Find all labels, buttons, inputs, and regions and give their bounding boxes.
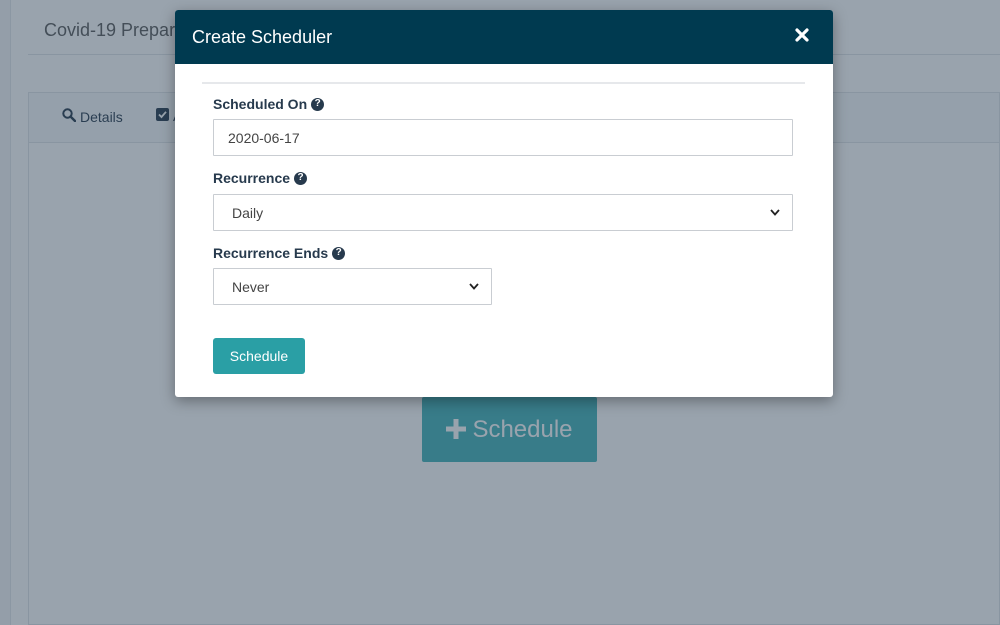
scheduled-on-label-text: Scheduled On [213, 96, 308, 112]
scheduled-on-input[interactable]: 2020-06-17 [213, 119, 793, 156]
recurrence-ends-value: Never [232, 278, 270, 295]
recurrence-label: Recurrence ? [213, 170, 308, 186]
question-circle-icon[interactable]: ? [311, 97, 325, 111]
chevron-down-icon [770, 209, 780, 216]
recurrence-value: Daily [232, 204, 264, 221]
recurrence-ends-select[interactable]: Never [213, 268, 492, 305]
recurrence-ends-label-text: Recurrence Ends [213, 245, 329, 261]
modal-title: Create Scheduler [192, 26, 333, 47]
scheduled-on-label: Scheduled On ? [213, 96, 325, 112]
create-scheduler-modal: Create Scheduler Scheduled On ? 2020-06-… [175, 10, 833, 397]
modal-header: Create Scheduler [175, 10, 833, 64]
schedule-submit-button[interactable]: Schedule [213, 338, 305, 374]
question-circle-icon[interactable]: ? [332, 246, 346, 260]
close-icon[interactable] [795, 28, 813, 46]
recurrence-ends-label: Recurrence Ends ? [213, 245, 346, 261]
scheduled-on-value: 2020-06-17 [228, 129, 300, 146]
recurrence-select[interactable]: Daily [213, 194, 793, 231]
recurrence-label-text: Recurrence [213, 170, 291, 186]
chevron-down-icon [469, 283, 479, 290]
question-circle-icon[interactable]: ? [294, 171, 308, 185]
modal-divider [202, 82, 805, 84]
